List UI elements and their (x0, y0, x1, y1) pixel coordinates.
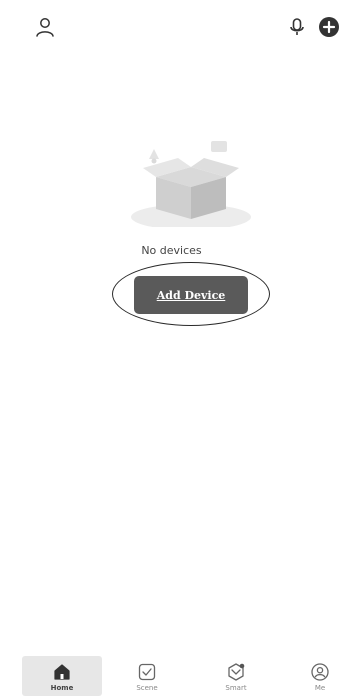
bottom-tab-bar: Home Scene Smart Me (0, 652, 343, 699)
tab-scene-label: Scene (136, 684, 158, 692)
add-device-button[interactable]: Add Device (134, 276, 248, 314)
tab-scene[interactable]: Scene (107, 656, 187, 696)
tab-home[interactable]: Home (22, 656, 102, 696)
tab-smart[interactable]: Smart (196, 656, 276, 696)
microphone-icon[interactable] (287, 17, 307, 37)
empty-box-illustration (131, 141, 251, 227)
tab-me[interactable]: Me (280, 656, 343, 696)
tab-me-label: Me (314, 684, 326, 692)
add-circle-icon[interactable] (318, 16, 340, 38)
profile-icon[interactable] (34, 16, 56, 38)
empty-state-message: No devices (141, 244, 202, 257)
smart-hexagon-icon (228, 663, 245, 681)
tab-home-label: Home (50, 684, 74, 692)
checkbox-icon (138, 663, 156, 681)
tab-smart-label: Smart (225, 684, 247, 692)
user-circle-icon (311, 663, 329, 681)
home-icon (54, 664, 70, 680)
